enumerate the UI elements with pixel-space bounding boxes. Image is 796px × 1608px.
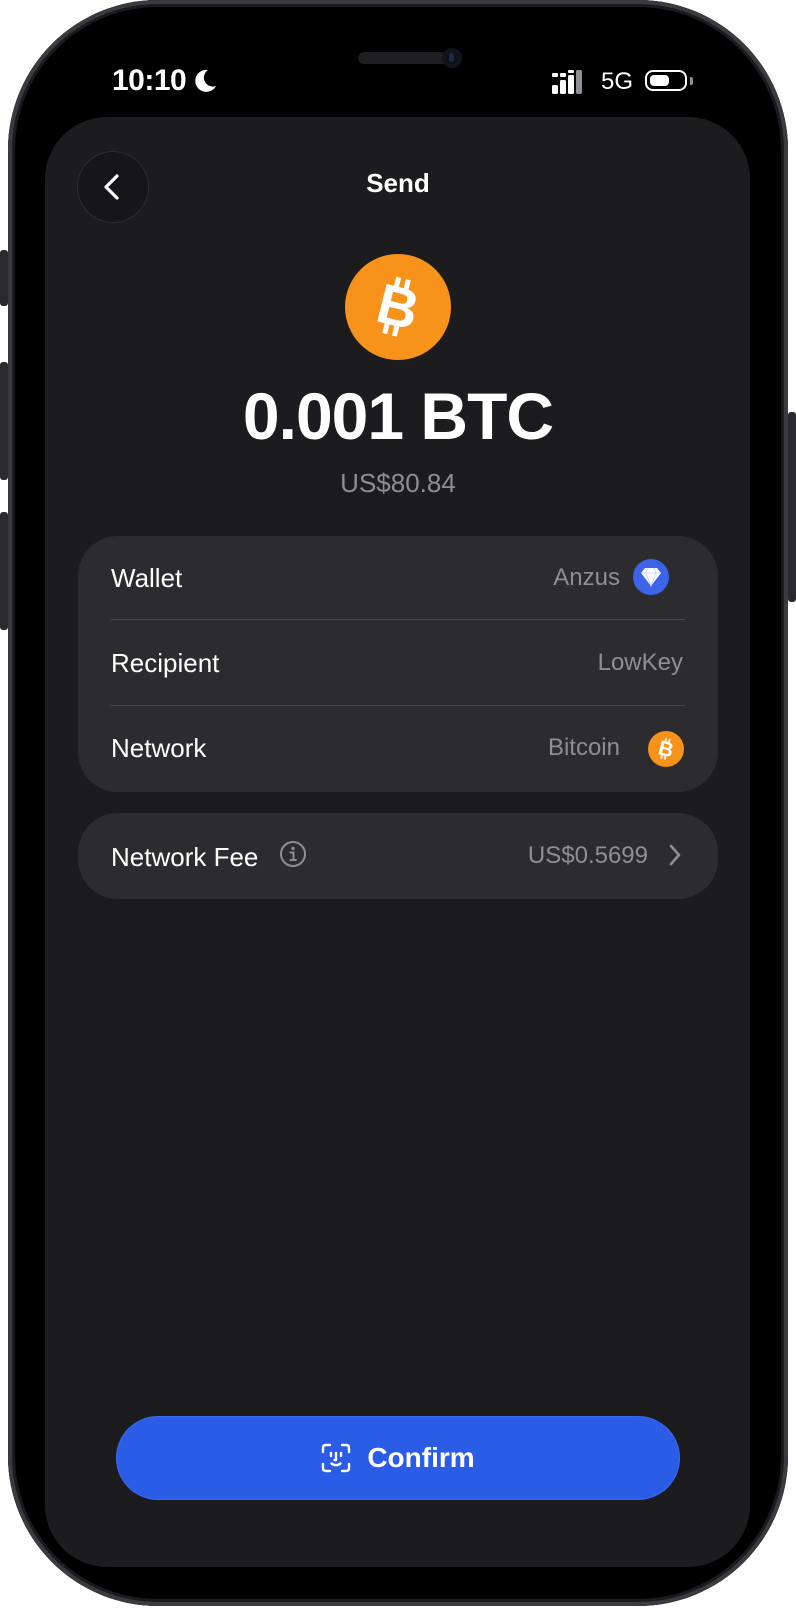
confirm-button[interactable]: Confirm: [117, 1417, 679, 1499]
network-value: Bitcoin: [547, 734, 620, 761]
battery-level: [650, 75, 669, 86]
recipient-value: LowKey: [597, 649, 683, 676]
signal-icon: [552, 70, 582, 94]
network-fee-label: Network Fee: [111, 842, 259, 872]
network-fee-value: US$0.5699: [527, 842, 648, 869]
fiat-amount: US$80.84: [340, 468, 456, 498]
battery-tip: [690, 77, 693, 85]
speaker-grille: [358, 52, 454, 64]
diamond-icon: [633, 559, 669, 595]
status-time: 10:10: [112, 64, 187, 97]
side-button: [0, 250, 8, 306]
wallet-value: Anzus: [553, 564, 620, 591]
page-title: Send: [366, 168, 430, 198]
info-icon[interactable]: [279, 840, 307, 868]
front-camera: [442, 48, 462, 68]
send-amount: 0.001 BTC: [242, 379, 554, 453]
chevron-right-icon: [669, 844, 681, 866]
network-type: 5G: [601, 68, 634, 95]
moon-icon: [195, 69, 216, 92]
bitcoin-icon: B: [648, 731, 684, 767]
face-id-icon: [322, 1443, 351, 1473]
network-label: Network: [111, 733, 207, 763]
divider: [111, 705, 685, 706]
recipient-label: Recipient: [111, 648, 220, 678]
battery-icon: [645, 70, 687, 91]
confirm-label: Confirm: [367, 1442, 475, 1473]
bitcoin-icon: B: [345, 254, 451, 360]
side-button: [0, 512, 8, 630]
wallet-label: Wallet: [111, 563, 183, 593]
divider: [111, 619, 685, 620]
